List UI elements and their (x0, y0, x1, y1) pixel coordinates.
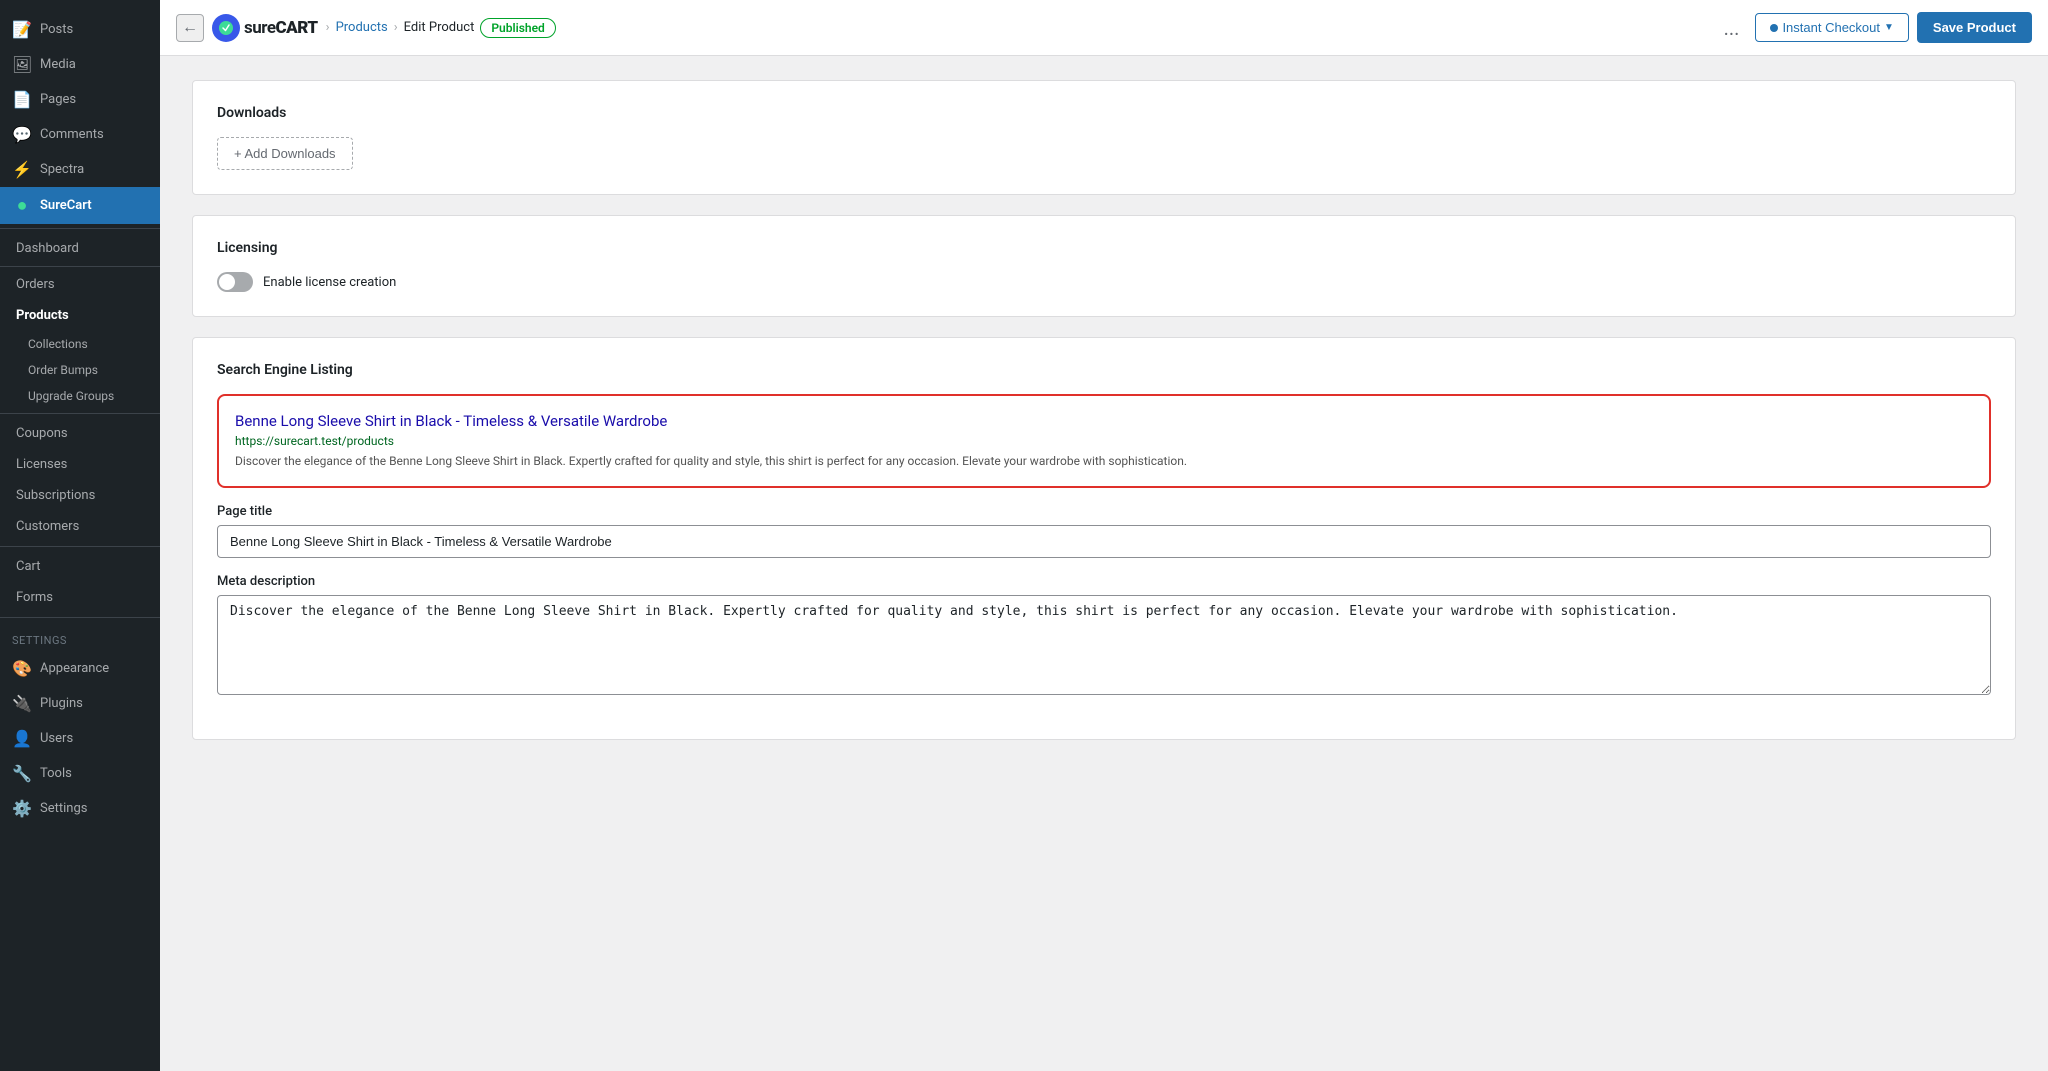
comments-icon: 💬 (12, 125, 32, 144)
surecart-icon: ● (12, 195, 32, 216)
sidebar-item-tools[interactable]: 🔧 Tools (0, 756, 160, 791)
meta-desc-group: Meta description Discover the elegance o… (217, 574, 1991, 699)
sidebar-item-products[interactable]: Products (0, 300, 160, 331)
sidebar-item-appearance[interactable]: 🎨 Appearance (0, 651, 160, 686)
sidebar-item-cart[interactable]: Cart (0, 551, 160, 582)
back-button[interactable]: ← (176, 14, 204, 42)
instant-checkout-chevron: ▼ (1884, 22, 1894, 33)
breadcrumb-sep1: › (326, 20, 330, 35)
sidebar-item-comments[interactable]: 💬 Comments (0, 117, 160, 152)
surecart-logo-icon (212, 14, 240, 42)
sidebar-item-coupons[interactable]: Coupons (0, 418, 160, 449)
content-main: Downloads + Add Downloads Licensing Enab… (192, 80, 2016, 1047)
seo-preview-desc: Discover the elegance of the Benne Long … (235, 452, 1973, 470)
topbar: ← sureCART › Products › Edit Product Pub… (160, 0, 2048, 56)
sidebar-item-customers[interactable]: Customers (0, 511, 160, 542)
breadcrumb-sep2: › (394, 20, 398, 35)
sidebar-item-dashboard[interactable]: Dashboard (0, 233, 160, 264)
sidebar-item-media[interactable]: 🖼 Media (0, 47, 160, 82)
sidebar-item-forms[interactable]: Forms (0, 582, 160, 613)
sidebar-item-pages[interactable]: 📄 Pages (0, 82, 160, 117)
license-toggle-row: Enable license creation (217, 272, 1991, 292)
seo-card: Search Engine Listing Benne Long Sleeve … (192, 337, 2016, 740)
page-title-input[interactable] (217, 525, 1991, 558)
spectra-icon: ⚡ (12, 160, 32, 179)
media-icon: 🖼 (12, 55, 32, 74)
settings-section-label: Settings (0, 622, 160, 651)
sidebar-sub-collections[interactable]: Collections (0, 331, 160, 357)
sidebar-item-plugins[interactable]: 🔌 Plugins (0, 686, 160, 721)
enable-license-label: Enable license creation (263, 275, 396, 290)
page-title-group: Page title (217, 504, 1991, 558)
sidebar-item-settings[interactable]: ⚙️ Settings (0, 791, 160, 826)
sidebar-item-orders[interactable]: Orders (0, 269, 160, 300)
instant-checkout-dot (1770, 24, 1778, 32)
page-title-label: Page title (217, 504, 1991, 519)
seo-preview-box: Benne Long Sleeve Shirt in Black - Timel… (217, 394, 1991, 488)
surecart-logo-area: sureCART (212, 14, 318, 42)
instant-checkout-button[interactable]: Instant Checkout ▼ (1755, 13, 1908, 42)
seo-preview-url: https://surecart.test/products (235, 434, 1973, 448)
meta-desc-textarea[interactable]: Discover the elegance of the Benne Long … (217, 595, 1991, 695)
breadcrumb-products[interactable]: Products (336, 20, 388, 35)
sidebar: 📝 Posts 🖼 Media 📄 Pages 💬 Comments ⚡ Spe… (0, 0, 160, 1071)
licensing-card: Licensing Enable license creation (192, 215, 2016, 317)
sidebar-sub-upgrade-groups[interactable]: Upgrade Groups (0, 383, 160, 409)
plugins-icon: 🔌 (12, 694, 32, 713)
downloads-title: Downloads (217, 105, 1991, 121)
sidebar-item-subscriptions[interactable]: Subscriptions (0, 480, 160, 511)
seo-preview-title[interactable]: Benne Long Sleeve Shirt in Black - Timel… (235, 412, 1973, 430)
content-area: Downloads + Add Downloads Licensing Enab… (160, 56, 2048, 1071)
seo-preview-wrapper: Benne Long Sleeve Shirt in Black - Timel… (217, 394, 1991, 488)
downloads-card: Downloads + Add Downloads (192, 80, 2016, 195)
enable-license-toggle[interactable] (217, 272, 253, 292)
sidebar-item-spectra[interactable]: ⚡ Spectra (0, 152, 160, 187)
save-product-button[interactable]: Save Product (1917, 12, 2032, 43)
users-icon: 👤 (12, 729, 32, 748)
licensing-title: Licensing (217, 240, 1991, 256)
tools-icon: 🔧 (12, 764, 32, 783)
main-area: ← sureCART › Products › Edit Product Pub… (160, 0, 2048, 1071)
sidebar-item-licenses[interactable]: Licenses (0, 449, 160, 480)
add-downloads-button[interactable]: + Add Downloads (217, 137, 353, 170)
seo-title: Search Engine Listing (217, 362, 1991, 378)
sidebar-item-surecart[interactable]: ● SureCart (0, 187, 160, 224)
posts-icon: 📝 (12, 20, 32, 39)
pages-icon: 📄 (12, 90, 32, 109)
meta-desc-label: Meta description (217, 574, 1991, 589)
more-options-button[interactable]: ... (1716, 12, 1748, 44)
settings-icon: ⚙️ (12, 799, 32, 818)
sidebar-sub-order-bumps[interactable]: Order Bumps (0, 357, 160, 383)
logo-text: sureCART (244, 18, 318, 38)
appearance-icon: 🎨 (12, 659, 32, 678)
published-badge: Published (480, 18, 555, 38)
sidebar-item-users[interactable]: 👤 Users (0, 721, 160, 756)
breadcrumb: › Products › Edit Product Published (326, 18, 556, 38)
breadcrumb-edit: Edit Product (404, 20, 475, 35)
sidebar-item-posts[interactable]: 📝 Posts (0, 12, 160, 47)
